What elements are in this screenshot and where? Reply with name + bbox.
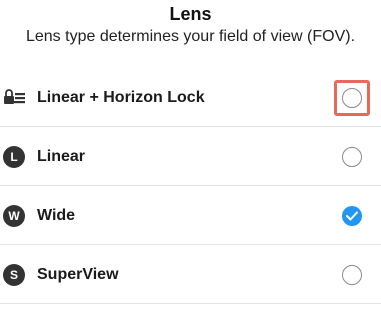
lens-option-wide[interactable]: W Wide	[0, 186, 381, 245]
radio-button-selected[interactable]	[342, 205, 362, 226]
page-subtitle: Lens type determines your field of view …	[25, 28, 356, 45]
checkmark-icon	[346, 211, 358, 220]
lens-option-superview[interactable]: S SuperView	[0, 245, 381, 304]
lens-option-label: Linear + Horizon Lock	[37, 88, 205, 106]
lens-option-label: Linear	[37, 147, 86, 165]
radio-button[interactable]	[342, 146, 362, 167]
lens-option-list: Linear + Horizon Lock L Linear W Wide S …	[0, 68, 381, 304]
radio-button[interactable]	[342, 264, 362, 285]
linear-lens-icon: L	[3, 145, 25, 168]
horizon-lock-icon	[3, 87, 27, 109]
page-title: Lens	[169, 4, 212, 24]
lens-option-linear[interactable]: L Linear	[0, 127, 381, 186]
lens-option-linear-horizon-lock[interactable]: Linear + Horizon Lock	[0, 68, 381, 127]
lens-option-label: SuperView	[37, 265, 119, 283]
lens-option-label: Wide	[37, 206, 76, 224]
superview-lens-icon: S	[3, 263, 25, 286]
divider	[0, 303, 381, 304]
wide-lens-icon: W	[3, 204, 25, 227]
radio-button[interactable]	[342, 87, 362, 108]
